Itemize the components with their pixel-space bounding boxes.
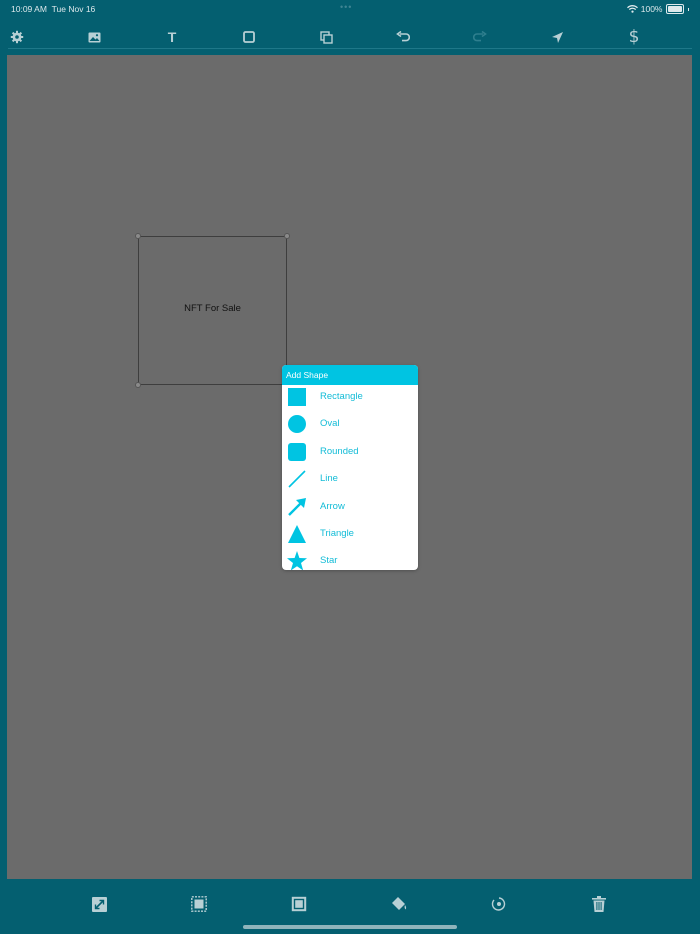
multitask-dots[interactable]: ••• [340, 2, 352, 12]
menu-item-label: Rectangle [320, 391, 363, 402]
battery-tip [687, 7, 689, 11]
toolbar-divider [8, 48, 692, 49]
menu-item-label: Oval [320, 418, 340, 429]
menu-item-label: Arrow [320, 501, 345, 512]
gear-icon[interactable] [4, 24, 30, 50]
time-text: 10:09 AM [11, 4, 47, 14]
menu-item-rectangle[interactable]: Rectangle [282, 387, 418, 409]
shape-text[interactable]: NFT For Sale [139, 235, 286, 382]
send-icon[interactable] [544, 24, 570, 50]
status-time: 10:09 AM Tue Nov 16 [11, 4, 95, 14]
send-backward-icon[interactable] [288, 893, 310, 915]
arrow-icon [287, 497, 307, 517]
image-icon[interactable] [81, 24, 107, 50]
menu-item-oval[interactable]: Oval [282, 414, 418, 436]
menu-item-label: Triangle [320, 528, 354, 539]
text-glyph: T [167, 29, 177, 45]
dollar-icon[interactable]: $ [621, 24, 647, 50]
menu-item-label: Line [320, 473, 338, 484]
oval-icon [287, 414, 307, 434]
status-right: 100% [626, 4, 689, 14]
home-indicator[interactable] [243, 925, 457, 929]
shape-icon[interactable] [236, 24, 262, 50]
popover-title: Add Shape [282, 365, 418, 385]
rounded-rect-icon [287, 442, 307, 462]
fill-color-icon[interactable] [388, 893, 410, 915]
status-bar: 10:09 AM Tue Nov 16 ••• 100% [0, 0, 700, 18]
rotate-icon[interactable] [488, 893, 510, 915]
undo-icon[interactable] [390, 24, 416, 50]
menu-item-label: Rounded [320, 446, 359, 457]
star-icon [287, 551, 307, 570]
resize-icon[interactable] [88, 893, 110, 915]
redo-icon[interactable] [467, 24, 493, 50]
duplicate-icon[interactable] [313, 24, 339, 50]
wifi-icon [626, 5, 638, 13]
menu-item-label: Star [320, 555, 338, 566]
resize-handle-top-right[interactable] [284, 233, 290, 239]
add-shape-popover: Add Shape Rectangle Oval Rounded Line Ar… [282, 365, 418, 570]
dollar-glyph: $ [628, 27, 640, 47]
date-text: Tue Nov 16 [51, 4, 96, 14]
text-icon[interactable]: T [159, 24, 185, 50]
battery-fill [667, 6, 682, 12]
resize-handle-top-left[interactable] [135, 233, 141, 239]
battery-icon [665, 4, 684, 14]
bring-forward-icon[interactable] [188, 893, 210, 915]
top-toolbar: T $ [0, 24, 700, 50]
rectangle-icon [287, 387, 307, 407]
triangle-icon [287, 524, 307, 544]
resize-handle-bottom-left[interactable] [135, 382, 141, 388]
line-icon [287, 469, 307, 489]
menu-item-triangle[interactable]: Triangle [282, 524, 418, 546]
trash-icon[interactable] [588, 893, 610, 915]
menu-item-arrow[interactable]: Arrow [282, 497, 418, 519]
menu-item-line[interactable]: Line [282, 469, 418, 491]
selected-shape[interactable]: NFT For Sale [138, 236, 287, 385]
menu-item-rounded[interactable]: Rounded [282, 442, 418, 464]
battery-percent: 100% [640, 4, 663, 14]
menu-item-star[interactable]: Star [282, 551, 418, 570]
